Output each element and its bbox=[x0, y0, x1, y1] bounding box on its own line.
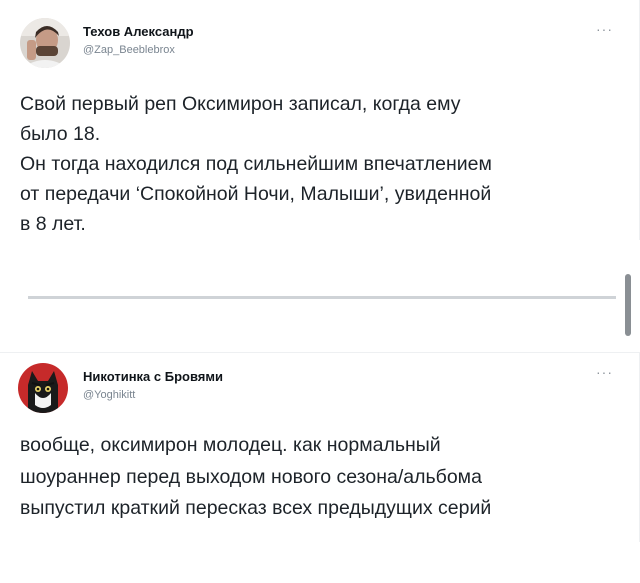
author-handle[interactable]: @Zap_Beeblebrox bbox=[83, 44, 175, 56]
tweet-text-line: в 8 лет. bbox=[20, 213, 86, 235]
author-name[interactable]: Никотинка с Бровями bbox=[83, 369, 223, 384]
tweet-text: Свой первый реп Оксимирон записал, когда… bbox=[20, 89, 630, 239]
avatar[interactable] bbox=[20, 18, 70, 68]
tweet-text-line: выпустил краткий пересказ всех предыдущи… bbox=[20, 497, 492, 519]
tweet-text: вообще, оксимирон молодец. как нормальны… bbox=[20, 430, 630, 525]
author-handle[interactable]: @Yoghikitt bbox=[83, 389, 135, 401]
tweet-text-line: было 18. bbox=[20, 123, 101, 145]
tweet-card[interactable]: Техов Александр @Zap_Beeblebrox ··· Свой… bbox=[0, 0, 640, 240]
tweet-text-line: Свой первый реп Оксимирон записал, когда… bbox=[20, 93, 461, 115]
scrollbar-thumb[interactable] bbox=[625, 274, 631, 336]
avatar[interactable] bbox=[18, 363, 68, 413]
more-options-icon[interactable]: ··· bbox=[596, 22, 613, 36]
tweet-text-line: Он тогда находился под сильнейшим впечат… bbox=[20, 153, 492, 175]
divider bbox=[28, 296, 616, 299]
tweet-text-line: от передачи ‘Спокойной Ночи, Малыши’, ув… bbox=[20, 183, 492, 205]
tweet-text-line: шоураннер перед выходом нового сезона/ал… bbox=[20, 465, 482, 488]
tweet-text-line: вообще, оксимирон молодец. как нормальны… bbox=[20, 434, 441, 456]
tweet-card[interactable]: Никотинка с Бровями @Yoghikitt ··· вообщ… bbox=[0, 352, 640, 542]
author-name[interactable]: Техов Александр bbox=[83, 24, 194, 39]
more-options-icon[interactable]: ··· bbox=[596, 365, 613, 379]
